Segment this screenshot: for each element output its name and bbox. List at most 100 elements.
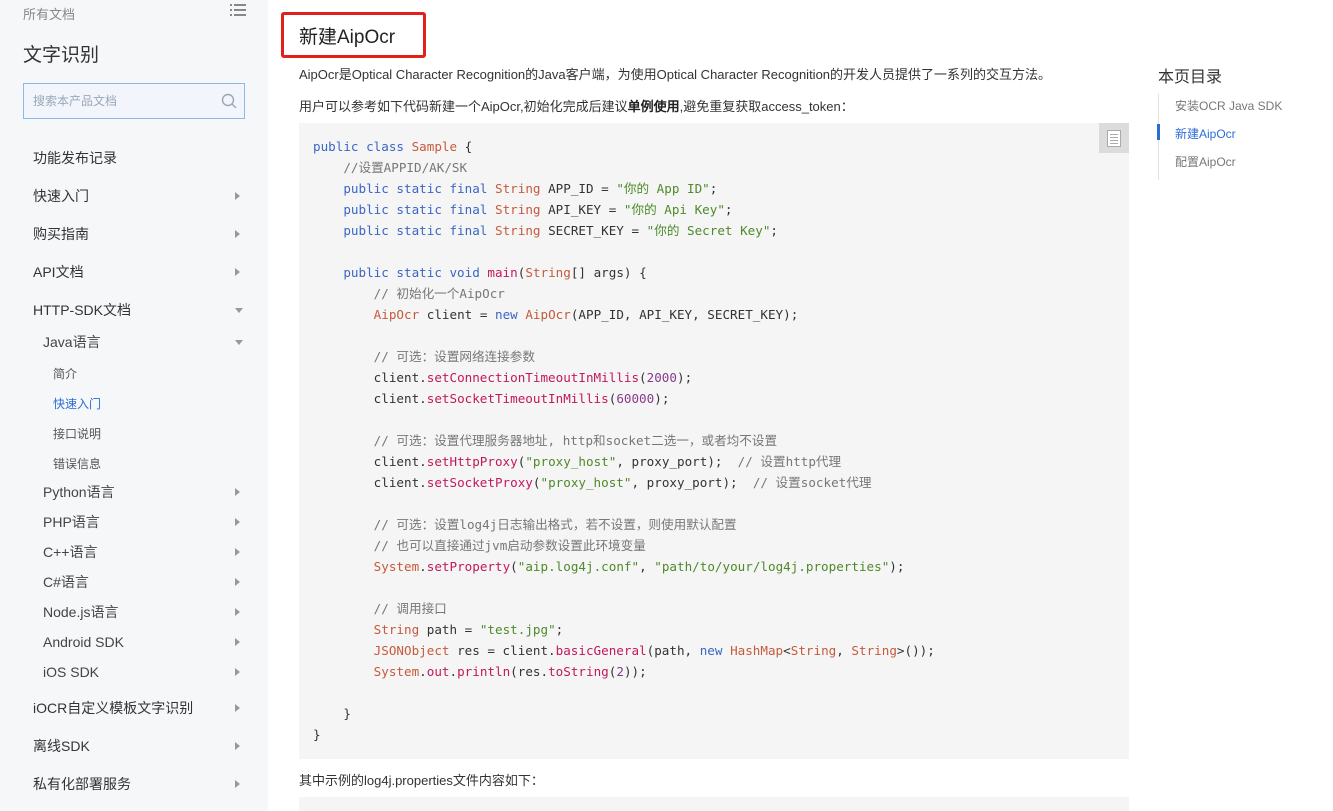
code-token: . [419,559,427,574]
toc-item[interactable]: 配置AipOcr [1175,153,1236,170]
sidebar-item[interactable]: 快速入门 [0,391,268,415]
chevron-down-icon [235,307,243,313]
code-token: System [313,664,420,679]
search-icon[interactable] [221,93,237,109]
code-token: // 初始化一个AipOcr [313,286,505,301]
sidebar-item[interactable]: iOCR自定义模板文字识别 [0,696,268,720]
all-docs-link[interactable]: 所有文档 [23,4,75,23]
sidebar-item-label: Java语言 [43,334,101,350]
chevron-right-icon [235,742,240,750]
code-token: . [419,664,427,679]
sidebar-item[interactable]: Java语言 [0,330,268,354]
code-token: } [313,706,351,721]
chevron-right-icon [235,608,240,616]
sidebar-item-label: 快速入门 [53,396,102,411]
code-token: APP_ID = [540,181,617,196]
bottom-note: 其中示例的log4j.properties文件内容如下： [299,773,544,788]
chevron-right-icon [235,268,240,276]
copy-code-icon[interactable] [1099,123,1129,153]
code-token: String [313,622,420,637]
code-token: 2000 [646,370,677,385]
code-token: client. [313,475,427,490]
sidebar-item-label: Python语言 [43,484,115,500]
sidebar-item-label: Node.js语言 [43,604,119,620]
code-token: AipOcr [525,307,571,322]
code-token: res = client. [449,643,556,658]
code-token: ; [709,181,718,196]
code-token: ; [724,202,733,217]
sidebar-item[interactable]: Node.js语言 [0,600,268,624]
sidebar-item[interactable]: 私有化部署服务 [0,772,268,796]
sidebar-item[interactable]: API文档 [0,260,268,284]
sidebar-item-label: HTTP-SDK文档 [33,302,131,318]
sidebar-item[interactable]: Python语言 [0,480,268,504]
search-input[interactable] [24,84,214,118]
sidebar-item-label: 离线SDK [33,738,90,754]
sidebar-item[interactable]: HTTP-SDK文档 [0,298,268,322]
list-menu-icon[interactable] [230,3,246,17]
code-token: public static void [313,265,488,280]
sidebar-item-label: 错误信息 [53,456,102,471]
code-token: String [494,181,541,196]
code-token: SECRET_KEY = [540,223,647,238]
sidebar-item[interactable]: 简介 [0,361,268,385]
code-block-log4j [299,797,1129,811]
chevron-right-icon [235,548,240,556]
sidebar-item-label: API文档 [33,264,84,280]
sidebar-item[interactable]: 购买指南 [0,222,268,246]
code-block: public class Sample { //设置APPID/AK/SK pu… [299,123,1129,759]
chevron-right-icon [235,638,240,646]
code-token: setProperty [426,559,511,574]
sidebar-item[interactable]: 离线SDK [0,734,268,758]
code-token: public class [313,139,412,154]
code-token: public static final [313,181,495,196]
code-token: Sample [411,139,458,154]
code-token: main [487,265,518,280]
code-token: 2 [616,664,624,679]
code-token: // 设置http代理 [737,454,842,469]
code-token: { [457,139,473,154]
chevron-right-icon [235,578,240,586]
sidebar-item-label: iOCR自定义模板文字识别 [33,700,194,716]
code-token: ; [770,223,778,238]
code-token: public static final [313,223,495,238]
sidebar-item[interactable]: iOS SDK [0,660,268,684]
code-token: < [783,643,791,658]
sidebar-item[interactable]: 快速入门 [0,184,268,208]
sidebar-item[interactable]: Android SDK [0,630,268,654]
toc-active-indicator [1157,124,1160,140]
code-token: , [836,643,852,658]
usage-text: 用户可以参考如下代码新建一个AipOcr,初始化完成后建议 [299,99,628,114]
code-token: // 可选：设置log4j日志输出格式，若不设置，则使用默认配置 [313,517,737,532]
toc-item[interactable]: 新建AipOcr [1175,125,1236,142]
sidebar-item[interactable]: 接口说明 [0,421,268,445]
code-token: //设置APPID/AK/SK [313,160,468,175]
sidebar-item[interactable]: PHP语言 [0,510,268,534]
code-token: client. [313,370,427,385]
chevron-right-icon [235,668,240,676]
code-token: ( [510,559,518,574]
sidebar-item-label: C#语言 [43,574,89,590]
code-token: [] args) { [570,265,647,280]
sidebar-item-label: 私有化部署服务 [33,776,131,792]
code-token: AipOcr [313,307,420,322]
code-token: )); [623,664,647,679]
code-token: setConnectionTimeoutInMillis [426,370,640,385]
sidebar-item[interactable]: 错误信息 [0,451,268,475]
chevron-right-icon [235,192,240,200]
code-token: (res. [510,664,549,679]
sidebar-item-label: iOS SDK [43,664,100,680]
sidebar-item[interactable]: C#语言 [0,570,268,594]
sidebar-item[interactable]: C++语言 [0,540,268,564]
code-token: // 也可以直接通过jvm启动参数设置此环境变量 [313,538,646,553]
sidebar-item[interactable]: 功能发布记录 [0,146,268,170]
code-token: "你的 App ID" [616,181,710,196]
code-token: client. [313,454,427,469]
toc-title: 本页目录 [1158,69,1223,86]
code-token: setHttpProxy [426,454,518,469]
code-token: , proxy_port); [616,454,738,469]
chevron-right-icon [235,518,240,526]
code-token: "你的 Secret Key" [646,223,771,238]
toc-item[interactable]: 安装OCR Java SDK [1175,97,1282,114]
code-token: 60000 [616,391,655,406]
